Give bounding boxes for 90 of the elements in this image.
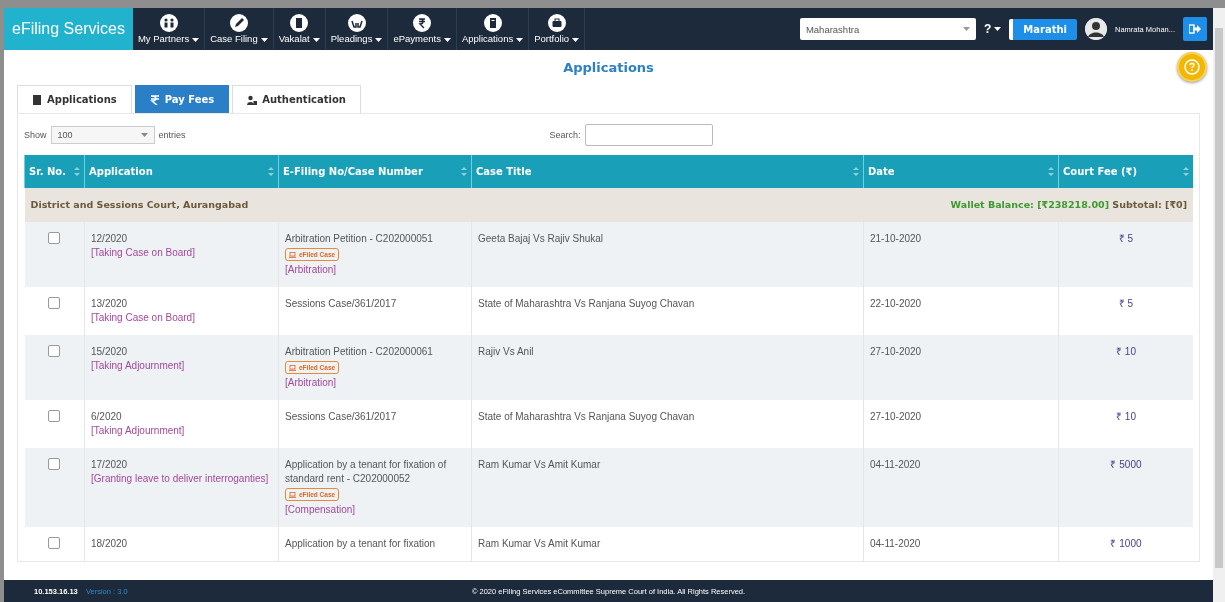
- application-number: 12/2020: [91, 233, 128, 244]
- row-checkbox[interactable]: [48, 297, 61, 309]
- tab[interactable]: Pay Fees: [134, 85, 230, 113]
- logout-icon: [1189, 24, 1201, 34]
- help-icon[interactable]: [1177, 52, 1207, 82]
- caret-icon: [443, 38, 451, 42]
- user-lock-icon: [247, 94, 258, 105]
- court-fee: ₹ 5: [1058, 222, 1193, 287]
- case-number: Arbitration Petition - C202000051: [285, 233, 433, 244]
- case-category: [Arbitration]: [285, 263, 338, 277]
- tab[interactable]: Applications: [17, 85, 132, 113]
- nav-menu-item[interactable]: Vakalat: [273, 8, 326, 50]
- caret-icon: [375, 38, 383, 42]
- entries-label: entries: [158, 130, 186, 140]
- nav-menu-item[interactable]: Case Filing: [205, 8, 274, 50]
- state-select[interactable]: Maharashtra: [799, 18, 976, 40]
- rupee-icon: [413, 14, 432, 32]
- court-fee: ₹ 1000: [1058, 527, 1193, 561]
- row-checkbox[interactable]: [48, 537, 61, 549]
- table-cell: Ram Kumar Vs Amit Kumar: [471, 527, 864, 561]
- application-type: [Taking Adjournment]: [91, 359, 186, 373]
- caret-icon: [260, 38, 268, 42]
- tab[interactable]: Authentication: [232, 85, 361, 113]
- application-type: [Taking Adjournment]: [91, 424, 186, 438]
- avatar-icon: [1084, 18, 1107, 40]
- search-label: Search:: [549, 130, 581, 140]
- sort-icon[interactable]: [268, 167, 274, 176]
- show-label: Show: [24, 130, 47, 140]
- row-checkbox[interactable]: [48, 345, 61, 357]
- page-title: Applications: [562, 60, 655, 75]
- row-checkbox[interactable]: [48, 458, 61, 470]
- caret-icon: [312, 38, 320, 42]
- table-cell: 04-11-2020: [863, 527, 1059, 561]
- court-fee: ₹ 10: [1058, 335, 1193, 400]
- help-menu[interactable]: ?: [983, 22, 1002, 36]
- application-type: [Granting leave to deliver interroganties]: [91, 472, 270, 486]
- nav-menu-item[interactable]: Portfolio: [529, 8, 586, 50]
- nav-menu-item[interactable]: Pleadings: [325, 8, 389, 50]
- page-size-select[interactable]: 100: [50, 126, 155, 144]
- nav-menu-item[interactable]: ePayments: [388, 8, 457, 50]
- case-number: Sessions Case/361/2017: [285, 298, 397, 309]
- case-number: Application by a tenant for fixation: [285, 538, 436, 549]
- application-number: 13/2020: [91, 298, 128, 309]
- case-category: [Compensation]: [285, 503, 357, 517]
- application-type: [Taking Case on Board]: [91, 246, 196, 260]
- nav-menu-item[interactable]: My Partners: [132, 8, 206, 50]
- row-checkbox[interactable]: [48, 410, 61, 422]
- case-number: Sessions Case/361/2017: [285, 411, 397, 422]
- briefcase-icon: [547, 14, 566, 32]
- table-cell: Ram Kumar Vs Amit Kumar: [471, 448, 864, 527]
- pencil-icon: [229, 14, 248, 32]
- scrollbar[interactable]: [1213, 8, 1225, 602]
- row-checkbox[interactable]: [48, 232, 61, 244]
- table-cell: 04-11-2020: [863, 448, 1059, 527]
- sort-icon[interactable]: [74, 167, 80, 176]
- sort-icon[interactable]: [461, 167, 467, 176]
- table-cell: 21-10-2020: [863, 222, 1059, 287]
- logout-button[interactable]: [1183, 17, 1207, 41]
- application-type: [Taking Case on Board]: [91, 311, 196, 325]
- sort-icon[interactable]: [853, 167, 859, 176]
- application-number: 17/2020: [91, 459, 128, 470]
- caret-icon: [516, 38, 524, 42]
- case-number: Arbitration Petition - C202000061: [285, 346, 433, 357]
- document-icon: [290, 14, 309, 32]
- caret-icon: [140, 133, 148, 137]
- document-icon: [32, 94, 42, 105]
- caret-icon: [192, 38, 200, 42]
- table-cell: 27-10-2020: [863, 335, 1059, 400]
- wallet-balance: Wallet Balance: [₹238218.00]: [950, 199, 1109, 210]
- scrollbar-thumb[interactable]: [1215, 28, 1223, 568]
- search-field[interactable]: [584, 124, 713, 146]
- subtotal: Subtotal: [₹0]: [1112, 199, 1187, 210]
- table-cell: Rajiv Vs Anil: [471, 335, 864, 400]
- caret-icon: [994, 27, 1002, 31]
- application-number: 15/2020: [91, 346, 128, 357]
- caret-icon: [962, 27, 970, 31]
- caret-icon: [572, 38, 580, 42]
- court-fee: ₹ 5000: [1058, 448, 1193, 527]
- nav-menu-item[interactable]: Applications: [456, 8, 530, 50]
- rupee-icon: [149, 94, 160, 105]
- application-number: 6/2020: [91, 411, 122, 422]
- case-number: Application by a tenant for fixation of standard rent - C202000052: [285, 459, 447, 484]
- case-category: [Arbitration]: [285, 376, 338, 390]
- table-cell: Geeta Bajaj Vs Rajiv Shukal: [471, 222, 864, 287]
- court-name: District and Sessions Court, Aurangabad: [30, 199, 249, 210]
- document-icon: [483, 14, 502, 32]
- people-icon: [159, 14, 178, 32]
- sort-icon[interactable]: [1048, 167, 1054, 176]
- sort-icon[interactable]: [1183, 167, 1189, 176]
- application-number: 18/2020: [91, 538, 128, 549]
